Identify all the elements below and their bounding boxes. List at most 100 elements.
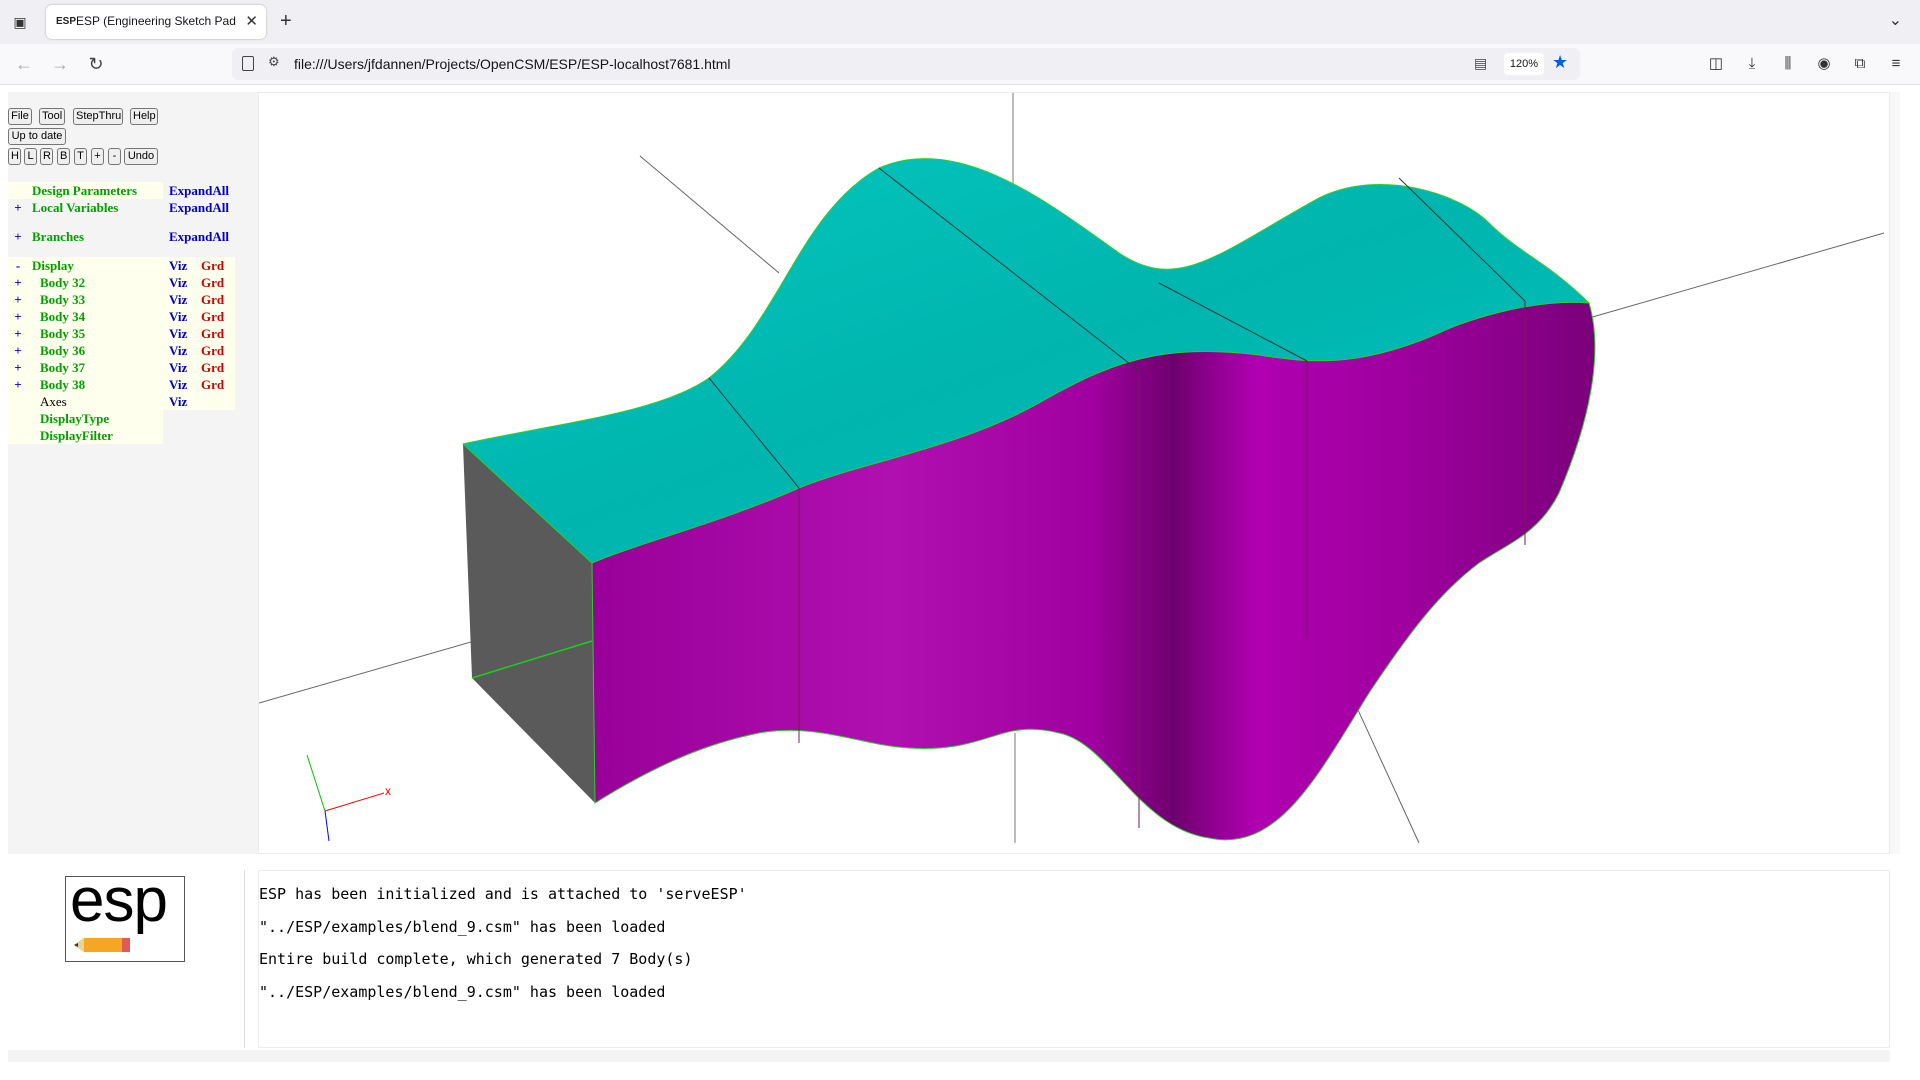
grd-empty (195, 393, 235, 410)
view-home-button[interactable]: H (8, 148, 21, 165)
expand-all-link[interactable]: ExpandAll (163, 228, 243, 245)
zoom-in-button[interactable]: + (91, 148, 104, 165)
y-axis-line (306, 754, 326, 812)
view-bottom-button[interactable]: B (57, 148, 70, 165)
body-label[interactable]: Body 37 (28, 359, 163, 376)
zoom-level-badge[interactable]: 120% (1504, 53, 1544, 75)
local-variables-label[interactable]: Local Variables (28, 199, 163, 216)
file-button[interactable]: File (8, 108, 32, 125)
library-icon[interactable]: ⫼ (1776, 52, 1800, 76)
graphics-canvas[interactable]: x (258, 92, 1890, 854)
zoom-out-button[interactable]: - (108, 148, 121, 165)
pencil-icon (74, 938, 130, 952)
body-label[interactable]: Body 33 (28, 291, 163, 308)
z-axis-line (324, 810, 330, 842)
message-line: "../ESP/examples/blend_9.csm" has been l… (259, 983, 666, 1001)
display-filter-label[interactable]: DisplayFilter (28, 427, 163, 444)
axes-label: Axes (28, 393, 163, 410)
viz-toggle[interactable]: Viz (163, 274, 195, 291)
chevron-down-icon[interactable]: ⌄ (1889, 10, 1902, 30)
tab-list-icon[interactable]: ▣ (10, 12, 30, 32)
stepthru-button[interactable]: StepThru (73, 108, 123, 125)
tab-close-icon[interactable]: ✕ (245, 12, 258, 30)
viz-toggle[interactable]: Viz (163, 342, 195, 359)
tree-sign[interactable]: + (8, 291, 28, 308)
branches-label[interactable]: Branches (28, 228, 163, 245)
grd-toggle[interactable]: Grd (195, 325, 235, 342)
menu-icon[interactable]: ≡ (1884, 52, 1908, 76)
message-line: ESP has been initialized and is attached… (259, 885, 747, 903)
back-arrow-icon[interactable]: ← (12, 52, 36, 76)
viz-toggle[interactable]: Viz (163, 291, 195, 308)
body-label[interactable]: Body 32 (28, 274, 163, 291)
permissions-icon[interactable]: ⚙ (268, 54, 280, 70)
viz-toggle[interactable]: Viz (163, 359, 195, 376)
browser-tab-strip: ▣ ESP ESP (Engineering Sketch Pad, V ✕ +… (0, 0, 1920, 44)
viz-toggle[interactable]: Viz (163, 308, 195, 325)
grd-toggle[interactable]: Grd (195, 342, 235, 359)
message-window: ESP has been initialized and is attached… (258, 870, 1890, 1048)
message-line: "../ESP/examples/blend_9.csm" has been l… (259, 918, 666, 936)
tree-sign[interactable]: + (8, 228, 28, 245)
tree-sign[interactable]: + (8, 274, 28, 291)
body-label[interactable]: Body 34 (28, 308, 163, 325)
help-button[interactable]: Help (130, 108, 158, 125)
viz-toggle[interactable]: Viz (163, 393, 195, 410)
undo-button[interactable]: Undo (124, 148, 158, 165)
forward-arrow-icon[interactable]: → (48, 52, 72, 76)
browser-tab[interactable]: ESP ESP (Engineering Sketch Pad, V ✕ (46, 5, 266, 39)
viz-toggle[interactable]: Viz (163, 376, 195, 393)
page-icon (242, 56, 254, 71)
display-label[interactable]: Display (28, 257, 163, 274)
body-label[interactable]: Body 36 (28, 342, 163, 359)
tab-title: ESP (Engineering Sketch Pad, V (76, 14, 236, 28)
pocket-icon[interactable]: ◫ (1704, 52, 1728, 76)
design-parameters-label[interactable]: Design Parameters (28, 182, 163, 199)
grd-toggle[interactable]: Grd (195, 359, 235, 376)
body-label[interactable]: Body 35 (28, 325, 163, 342)
account-icon[interactable]: ◉ (1812, 52, 1836, 76)
vertical-scrollbar[interactable] (1890, 92, 1900, 854)
new-tab-icon[interactable]: + (280, 10, 292, 33)
tree-sign[interactable]: + (8, 376, 28, 393)
model-view[interactable]: x (258, 93, 1891, 855)
expand-all-link[interactable]: ExpandAll (163, 182, 243, 199)
tool-button[interactable]: Tool (39, 108, 65, 125)
grd-toggle[interactable]: Grd (195, 308, 235, 325)
grd-toggle[interactable]: Grd (195, 291, 235, 308)
display-type-label[interactable]: DisplayType (28, 410, 163, 427)
message-line: Entire build complete, which generated 7… (259, 950, 693, 968)
status-bar (8, 1050, 1890, 1062)
tree-sign[interactable]: + (8, 359, 28, 376)
grd-toggle[interactable]: Grd (195, 376, 235, 393)
url-bar[interactable]: ⚙ file:///Users/jfdannen/Projects/OpenCS… (232, 48, 1580, 80)
view-top-button[interactable]: T (74, 148, 87, 165)
download-icon[interactable]: ⤓ (1740, 52, 1764, 76)
axis-line (639, 155, 780, 274)
viz-toggle[interactable]: Viz (163, 257, 195, 274)
expand-all-link[interactable]: ExpandAll (163, 199, 243, 216)
viz-toggle[interactable]: Viz (163, 325, 195, 342)
view-right-button[interactable]: R (40, 148, 53, 165)
reader-view-icon[interactable]: ▤ (1474, 55, 1487, 72)
tree-sign (8, 410, 28, 427)
reload-icon[interactable]: ↻ (84, 52, 108, 76)
tree-sign[interactable]: + (8, 308, 28, 325)
esp-logo: esp (65, 866, 185, 962)
grd-toggle[interactable]: Grd (195, 257, 235, 274)
extensions-icon[interactable]: ⧉ (1848, 52, 1872, 76)
tree-sign (8, 182, 28, 199)
tab-favicon-icon: ESP (56, 16, 77, 27)
tree-sign[interactable]: + (8, 342, 28, 359)
x-axis-line (324, 792, 385, 812)
logo-panel: esp (8, 866, 245, 1048)
bookmark-star-icon[interactable]: ★ (1552, 52, 1568, 73)
body-label[interactable]: Body 38 (28, 376, 163, 393)
tree-sign[interactable]: - (8, 257, 28, 274)
grd-toggle[interactable]: Grd (195, 274, 235, 291)
tree-sign[interactable]: + (8, 325, 28, 342)
view-left-button[interactable]: L (24, 148, 37, 165)
url-text[interactable]: file:///Users/jfdannen/Projects/OpenCSM/… (294, 56, 731, 72)
tree-sign[interactable]: + (8, 199, 28, 216)
up-to-date-button[interactable]: Up to date (8, 128, 66, 145)
